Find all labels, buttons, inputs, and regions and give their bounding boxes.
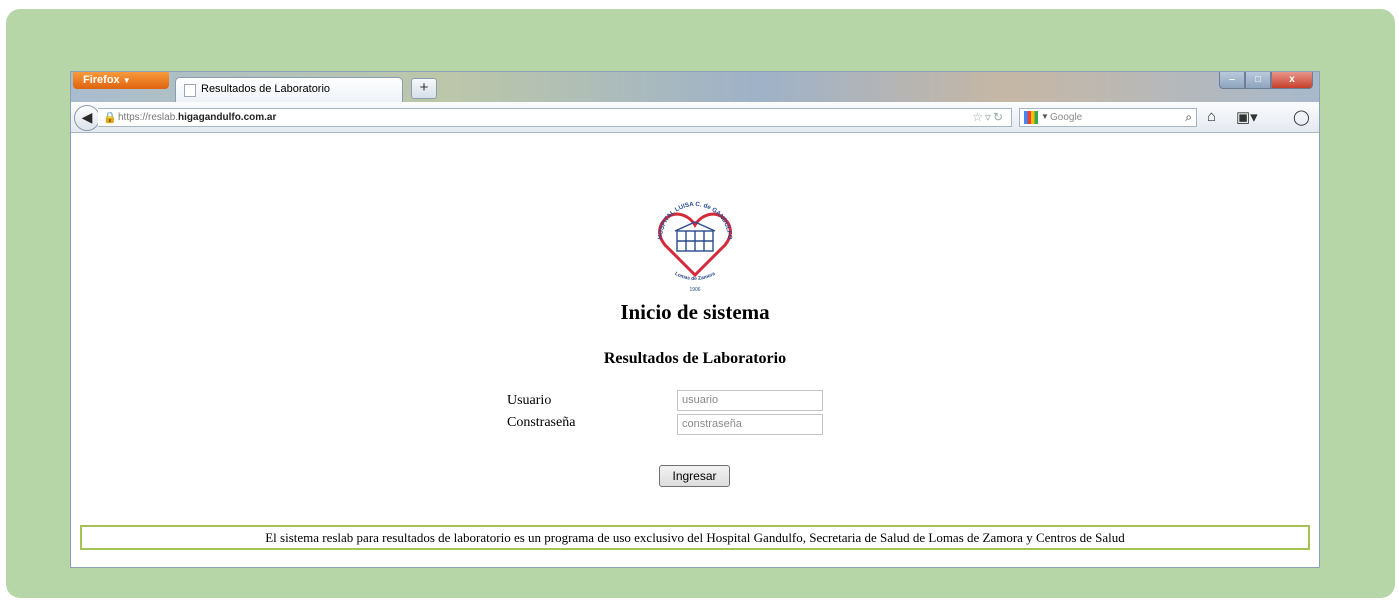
maximize-button[interactable]: □ bbox=[1245, 72, 1271, 89]
ingresar-button[interactable]: Ingresar bbox=[659, 465, 730, 487]
page-icon bbox=[184, 84, 196, 97]
magnifier-icon[interactable]: ⌕ bbox=[1185, 110, 1192, 125]
title-bar: Firefox ▼ Resultados de Laboratorio + – □… bbox=[71, 72, 1319, 102]
tab-resultados[interactable]: Resultados de Laboratorio bbox=[175, 77, 403, 102]
new-tab-button[interactable]: + bbox=[411, 78, 437, 99]
page-title: Inicio de sistema bbox=[620, 300, 770, 324]
history-dropdown-icon[interactable]: ▿ bbox=[985, 110, 993, 124]
slide-frame: Firefox ▼ Resultados de Laboratorio + – □… bbox=[6, 9, 1395, 598]
hospital-logo: HOSPITAL LUISA C. de GANDULFO Lomas de Z… bbox=[657, 201, 733, 293]
user-field[interactable]: usuario bbox=[677, 390, 823, 411]
password-label: Constraseña bbox=[507, 415, 576, 430]
url-prefix: https://reslab. bbox=[118, 112, 179, 123]
search-placeholder: Google bbox=[1050, 112, 1083, 123]
close-button[interactable]: x bbox=[1271, 72, 1313, 89]
logo-year: 1906 bbox=[689, 287, 700, 293]
lock-icon: 🔒 bbox=[103, 112, 117, 124]
back-arrow-icon[interactable]: ◀ bbox=[74, 105, 100, 131]
firefox-menu-button[interactable]: Firefox ▼ bbox=[73, 72, 169, 89]
user-label: Usuario bbox=[507, 393, 552, 408]
url-domain: higagandulfo.com.ar bbox=[178, 112, 277, 123]
tab-title: Resultados de Laboratorio bbox=[201, 83, 331, 95]
logo-bottom-text: Lomas de Zamora bbox=[674, 271, 717, 282]
window-controls: – □ x bbox=[1219, 72, 1313, 89]
search-box[interactable]: ▼ Google ⌕ bbox=[1019, 108, 1197, 127]
downloads-icon[interactable]: ▣▾ bbox=[1236, 108, 1258, 126]
page-subtitle: Resultados de Laboratorio bbox=[603, 350, 787, 367]
home-icon[interactable]: ⌂ bbox=[1207, 108, 1216, 125]
password-field[interactable]: constraseña bbox=[677, 414, 823, 435]
dropdown-arrow-icon: ▼ bbox=[122, 76, 131, 85]
url-bar[interactable]: 🔒 https://reslab.higagandulfo.com.ar ☆▿↻ bbox=[98, 108, 1012, 127]
navigation-bar: ◀ 🔒 https://reslab.higagandulfo.com.ar ☆… bbox=[71, 102, 1319, 133]
url-bar-icons: ☆▿↻ bbox=[972, 110, 1005, 124]
addon-icon[interactable]: ◯ bbox=[1293, 108, 1310, 126]
bookmark-star-icon[interactable]: ☆ bbox=[972, 110, 985, 124]
page-content: HOSPITAL LUISA C. de GANDULFO Lomas de Z… bbox=[71, 133, 1319, 567]
browser-window: Firefox ▼ Resultados de Laboratorio + – □… bbox=[70, 71, 1320, 568]
reload-icon[interactable]: ↻ bbox=[993, 110, 1005, 124]
footer-notice: El sistema reslab para resultados de lab… bbox=[80, 525, 1310, 550]
search-engine-icon[interactable] bbox=[1024, 111, 1038, 124]
minimize-button[interactable]: – bbox=[1219, 72, 1245, 89]
url-text: https://reslab.higagandulfo.com.ar bbox=[118, 112, 276, 123]
engine-dropdown-icon[interactable]: ▼ bbox=[1041, 112, 1049, 121]
firefox-menu-label: Firefox bbox=[83, 74, 120, 86]
